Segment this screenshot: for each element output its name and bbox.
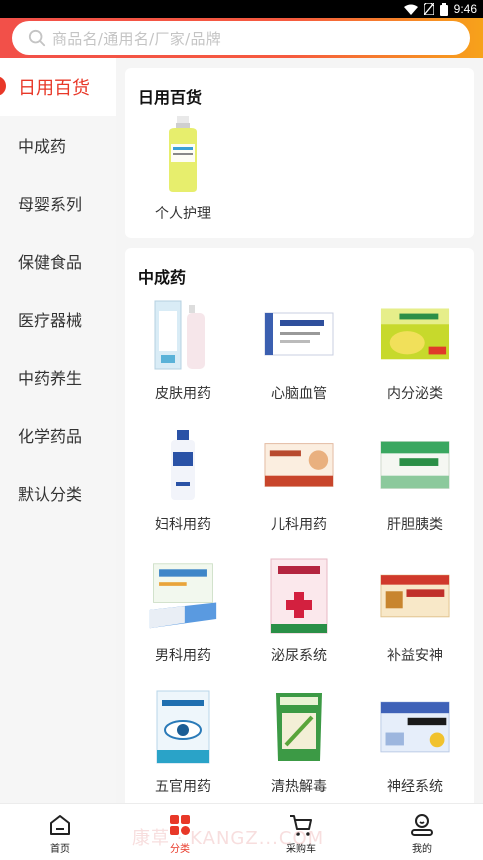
sidebar-item-label: 中成药	[18, 137, 67, 156]
category-label: 男科用药	[155, 648, 211, 664]
status-time: 9:46	[453, 2, 477, 16]
category-cell-tonic-sedative[interactable]: 补益安神	[357, 555, 473, 680]
section-card-chinese-patent-medicine: 中成药 皮肤用药 心脑血管 内分泌类 妇科用药 儿科用药 肝胆胰类 男科用药 泌…	[125, 248, 474, 803]
category-label: 内分泌类	[387, 386, 443, 402]
category-label: 神经系统	[387, 779, 443, 795]
nav-label: 采购车	[286, 844, 316, 855]
category-cell-endocrine[interactable]: 内分泌类	[357, 293, 473, 418]
header: 商品名/通用名/厂家/品牌	[0, 18, 483, 58]
category-label: 妇科用药	[155, 517, 211, 533]
nav-label: 我的	[412, 844, 432, 855]
category-cell-cardio[interactable]: 心脑血管	[241, 293, 357, 418]
category-cell-gynecology[interactable]: 妇科用药	[125, 424, 241, 549]
category-icon	[170, 815, 190, 835]
status-bar: 9:46	[0, 0, 483, 18]
nav-profile[interactable]: 我的	[362, 812, 482, 858]
product-thumbnail	[380, 293, 450, 375]
category-cell-ent-eye[interactable]: 五官用药	[125, 686, 241, 803]
sidebar-item-chinese-patent-medicine[interactable]: 中成药	[0, 116, 116, 174]
sidebar-item-label: 默认分类	[18, 485, 83, 504]
product-thumbnail	[148, 555, 218, 637]
category-label: 肝胆胰类	[387, 517, 443, 533]
category-label: 儿科用药	[271, 517, 327, 533]
battery-icon	[439, 2, 448, 16]
sidebar-item-daily-goods[interactable]: 日用百货	[0, 58, 116, 116]
product-thumbnail	[148, 293, 218, 375]
sidebar-item-maternal-baby[interactable]: 母婴系列	[0, 174, 116, 232]
product-thumbnail	[380, 555, 450, 637]
nav-label: 分类	[170, 844, 190, 855]
sidebar-item-herbal-wellness[interactable]: 中药养生	[0, 348, 116, 406]
product-thumbnail	[264, 686, 334, 768]
category-label: 清热解毒	[271, 779, 327, 795]
sidebar-item-label: 日用百货	[18, 78, 90, 99]
section-title: 日用百货	[138, 88, 203, 107]
category-cell-urinary[interactable]: 泌尿系统	[241, 555, 357, 680]
product-thumbnail	[148, 424, 218, 506]
nav-cart[interactable]: 采购车	[241, 812, 361, 858]
sidebar-item-label: 母婴系列	[18, 195, 83, 214]
sidebar-item-label: 医疗器械	[18, 311, 83, 330]
search-icon	[28, 29, 46, 47]
active-indicator	[0, 76, 6, 96]
sidebar-item-default[interactable]: 默认分类	[0, 464, 116, 522]
home-icon	[50, 815, 70, 835]
cart-icon	[290, 815, 312, 836]
no-sim-icon	[423, 3, 434, 15]
sidebar-item-label: 化学药品	[18, 427, 83, 446]
section-title: 中成药	[138, 268, 187, 287]
sidebar-item-label: 中药养生	[18, 369, 83, 388]
category-label: 心脑血管	[271, 386, 327, 402]
section-card-daily-goods: 日用百货 个人护理	[125, 68, 474, 238]
nav-category[interactable]: 分类	[120, 812, 240, 858]
status-icons: 9:46	[403, 2, 477, 16]
product-thumbnail	[148, 686, 218, 768]
sidebar-item-medical-devices[interactable]: 医疗器械	[0, 290, 116, 348]
category-label: 泌尿系统	[271, 648, 327, 664]
sidebar-item-label: 保健食品	[18, 253, 83, 272]
bottom-nav: 首页 分类 采购车 我的	[0, 803, 483, 860]
nav-home[interactable]: 首页	[0, 812, 120, 858]
product-thumbnail	[264, 293, 334, 375]
category-cell-andrology[interactable]: 男科用药	[125, 555, 241, 680]
category-content: 日用百货 个人护理 中成药 皮肤用药 心脑血管 内分泌类 妇科用药 儿科用药 肝…	[116, 58, 483, 803]
product-thumbnail	[380, 686, 450, 768]
category-label: 个人护理	[155, 206, 211, 222]
category-label: 五官用药	[155, 779, 211, 795]
nav-label: 首页	[50, 844, 70, 855]
category-cell-pediatrics[interactable]: 儿科用药	[241, 424, 357, 549]
wifi-icon	[403, 4, 418, 15]
category-cell-hepatobiliary[interactable]: 肝胆胰类	[357, 424, 473, 549]
product-thumbnail	[264, 555, 334, 637]
category-cell-skin[interactable]: 皮肤用药	[125, 293, 241, 418]
category-cell-personal-care[interactable]: 个人护理	[125, 113, 241, 238]
category-cell-nervous-system[interactable]: 神经系统	[357, 686, 473, 803]
category-sidebar: 日用百货 中成药 母婴系列 保健食品 医疗器械 中药养生 化学药品 默认分类	[0, 58, 116, 803]
product-thumbnail	[148, 113, 218, 195]
search-bar[interactable]: 商品名/通用名/厂家/品牌	[12, 21, 470, 55]
search-input[interactable]: 商品名/通用名/厂家/品牌	[52, 28, 221, 49]
product-thumbnail	[264, 424, 334, 506]
category-label: 皮肤用药	[155, 386, 211, 402]
sidebar-item-chemical-drugs[interactable]: 化学药品	[0, 406, 116, 464]
sidebar-item-health-food[interactable]: 保健食品	[0, 232, 116, 290]
product-thumbnail	[380, 424, 450, 506]
category-cell-heat-clearing[interactable]: 清热解毒	[241, 686, 357, 803]
category-label: 补益安神	[387, 648, 443, 664]
user-icon	[411, 814, 433, 836]
